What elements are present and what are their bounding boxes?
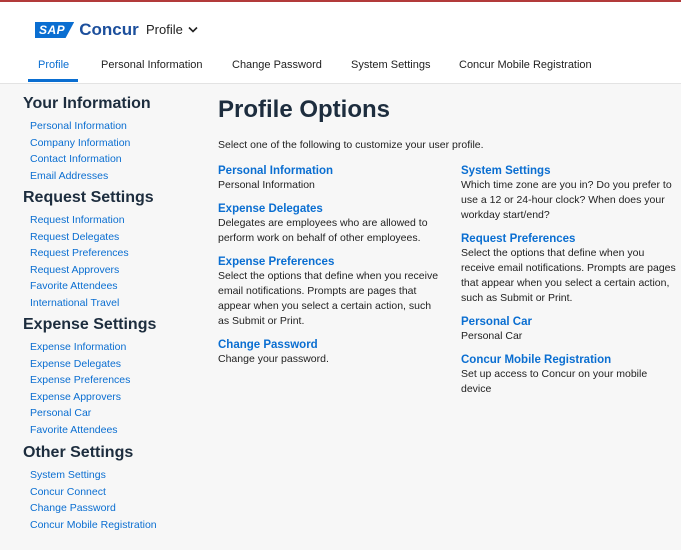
option-description: Set up access to Concur on your mobile d… [461,368,648,395]
sidebar-link-change-password[interactable]: Change Password [30,500,203,517]
sidebar-link-email-addresses[interactable]: Email Addresses [30,168,203,185]
option-link[interactable]: System Settings [461,164,676,178]
option-link[interactable]: Expense Delegates [218,202,443,216]
option-request-preferences: Request Preferences Select the options t… [461,232,676,306]
options-column-left: Personal Information Personal Informatio… [218,164,443,376]
sidebar-link-international-travel[interactable]: International Travel [30,295,203,312]
profile-nav-tabs: Profile Personal Information Change Pass… [0,53,681,84]
sidebar-link-request-preferences[interactable]: Request Preferences [30,245,203,262]
sidebar-link-contact-information[interactable]: Contact Information [30,151,203,168]
option-concur-mobile-registration: Concur Mobile Registration Set up access… [461,353,676,397]
option-description: Personal Information [218,179,315,191]
sidebar-link-expense-approvers[interactable]: Expense Approvers [30,389,203,406]
sidebar-link-personal-information[interactable]: Personal Information [30,118,203,135]
option-link[interactable]: Change Password [218,338,443,352]
sap-badge: SAP [35,22,75,38]
option-personal-car: Personal Car Personal Car [461,315,676,344]
tab-profile[interactable]: Profile [38,59,69,71]
option-description: Change your password. [218,353,329,365]
profile-sidebar: Your Information Personal Information Co… [23,94,203,533]
option-expense-delegates: Expense Delegates Delegates are employee… [218,202,443,246]
sidebar-link-system-settings[interactable]: System Settings [30,467,203,484]
sidebar-link-favorite-attendees[interactable]: Favorite Attendees [30,422,203,439]
sidebar-heading: Other Settings [23,444,134,461]
sidebar-section-request-settings: Request Settings Request Information Req… [23,188,203,311]
active-tab-indicator [28,79,78,82]
option-link[interactable]: Expense Preferences [218,255,443,269]
sidebar-link-request-approvers[interactable]: Request Approvers [30,262,203,279]
option-description: Personal Car [461,330,523,342]
option-link[interactable]: Personal Information [218,164,443,178]
page-title: Profile Options [218,96,391,123]
option-expense-preferences: Expense Preferences Select the options t… [218,255,443,329]
option-description: Select the options that define when you … [218,270,439,327]
sidebar-link-expense-delegates[interactable]: Expense Delegates [30,356,203,373]
sidebar-link-expense-information[interactable]: Expense Information [30,339,203,356]
sidebar-link-expense-preferences[interactable]: Expense Preferences [30,372,203,389]
concur-wordmark: Concur [79,20,139,39]
option-link[interactable]: Concur Mobile Registration [461,353,676,367]
tab-system-settings[interactable]: System Settings [351,59,430,71]
sap-concur-logo[interactable]: SAP Concur [35,20,139,40]
intro-text: Select one of the following to customize… [218,139,484,151]
option-system-settings: System Settings Which time zone are you … [461,164,676,223]
sidebar-link-request-information[interactable]: Request Information [30,212,203,229]
option-description: Select the options that define when you … [461,247,676,304]
option-description: Which time zone are you in? Do you prefe… [461,179,672,221]
sidebar-link-company-information[interactable]: Company Information [30,135,203,152]
sidebar-heading: Your Information [23,95,151,112]
profile-menu-label: Profile [146,22,183,37]
chevron-down-icon [188,22,198,37]
sidebar-section-expense-settings: Expense Settings Expense Information Exp… [23,315,203,438]
sidebar-link-concur-connect[interactable]: Concur Connect [30,484,203,501]
sidebar-section-your-information: Your Information Personal Information Co… [23,94,203,184]
app-header: SAP Concur Profile [0,2,681,53]
option-link[interactable]: Request Preferences [461,232,676,246]
sidebar-link-favorite-attendees[interactable]: Favorite Attendees [30,278,203,295]
sidebar-heading: Request Settings [23,189,154,206]
sidebar-link-concur-mobile-registration[interactable]: Concur Mobile Registration [30,517,203,534]
tab-concur-mobile-registration[interactable]: Concur Mobile Registration [459,59,592,71]
option-change-password: Change Password Change your password. [218,338,443,367]
profile-menu-button[interactable]: Profile [146,22,198,37]
tab-change-password[interactable]: Change Password [232,59,322,71]
option-link[interactable]: Personal Car [461,315,676,329]
sidebar-link-request-delegates[interactable]: Request Delegates [30,229,203,246]
profile-options-main: Profile Options Select one of the follow… [218,95,678,395]
sidebar-heading: Expense Settings [23,316,157,333]
option-description: Delegates are employees who are allowed … [218,217,428,244]
tab-personal-information[interactable]: Personal Information [101,59,203,71]
option-personal-information: Personal Information Personal Informatio… [218,164,443,193]
options-column-right: System Settings Which time zone are you … [461,164,676,406]
sidebar-link-personal-car[interactable]: Personal Car [30,405,203,422]
sidebar-section-other-settings: Other Settings System Settings Concur Co… [23,443,203,533]
